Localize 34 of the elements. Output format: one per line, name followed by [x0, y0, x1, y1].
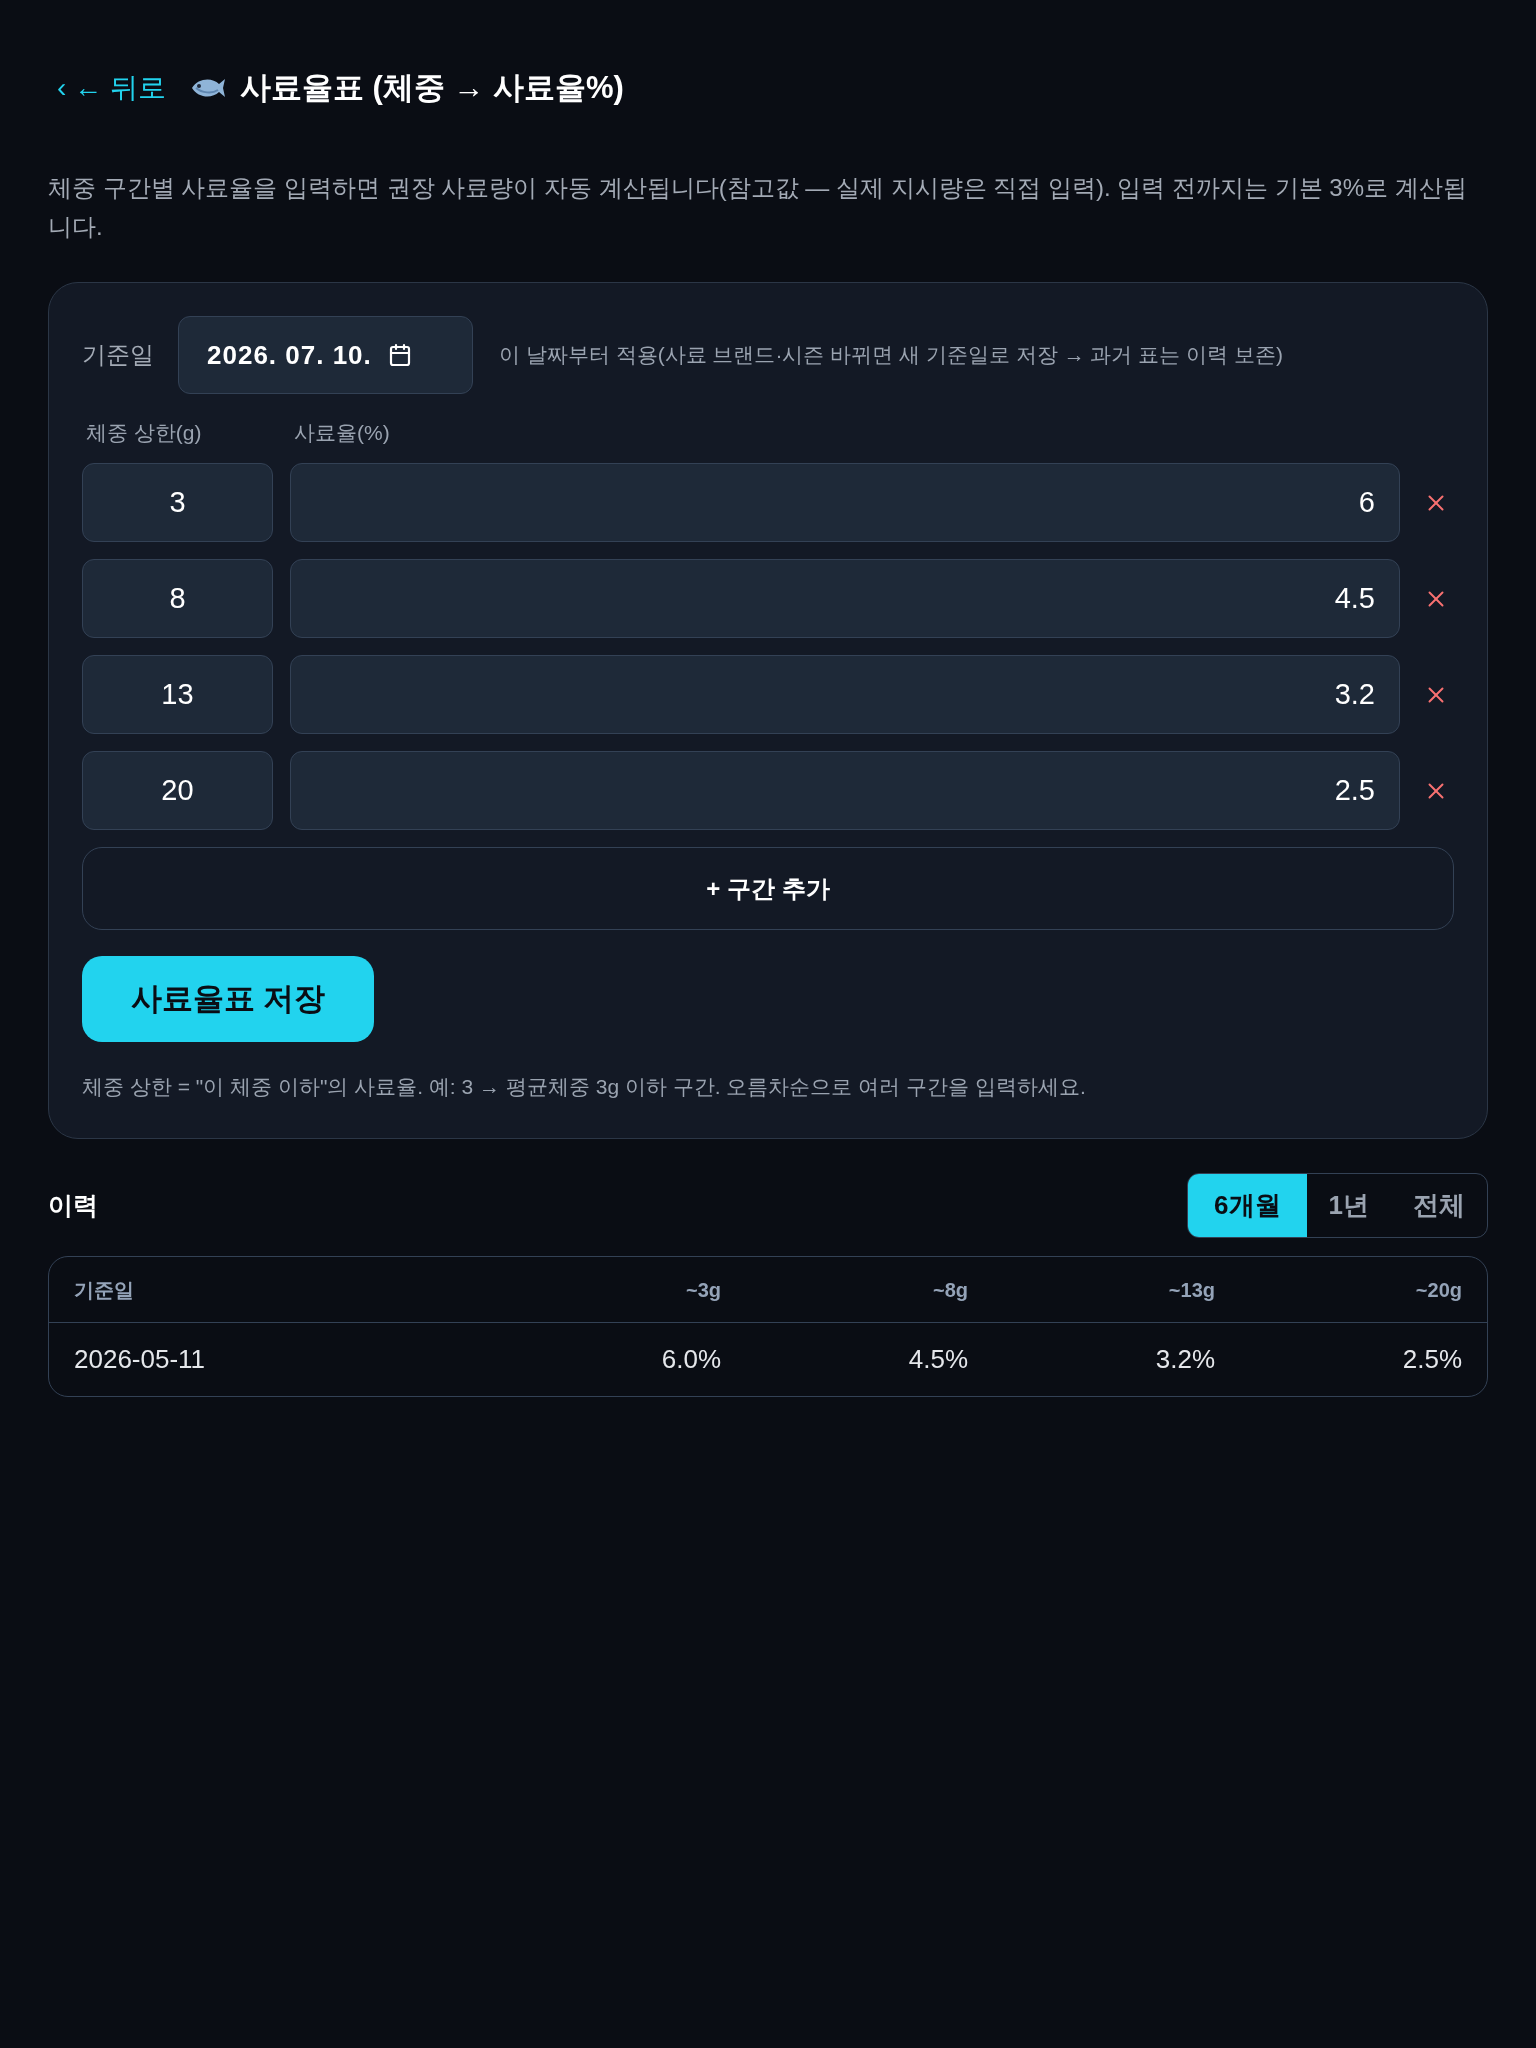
calendar-icon [387, 343, 412, 367]
table-cell-text: 3.2% [1154, 1343, 1216, 1376]
range-tab[interactable]: 6개월 [1188, 1174, 1307, 1237]
table-cell-text: 4.5% [907, 1343, 969, 1376]
date-label: 기준일 [82, 340, 154, 370]
range-tab[interactable]: 전체 [1391, 1174, 1487, 1237]
description: 체중 구간별 사료율을 입력하면 권장 사료량이 자동 계산됩니다(참고값 — 실제 지시량은 직접 입력). 입력 전까지는 기본 3%로 계산됩니다. [48, 173, 1468, 242]
note-text: 체중 상한 = "이 체중 이하"의 사료율. 예: 3 → 평균체중 3g 이하 구간. 오름차순으로 여러 구간을 입력하세요. [82, 1074, 1087, 1100]
date-field[interactable]: 2026. 07. 10. [178, 316, 473, 394]
column-header: ~8g [931, 1277, 969, 1303]
column-header: ~20g [1414, 1277, 1463, 1303]
history-title: 이력 [48, 1189, 98, 1221]
table-cell-text: 2.5% [1401, 1343, 1463, 1376]
column-header: ~3g [684, 1277, 722, 1303]
weight-limit-input[interactable]: 8 [82, 559, 273, 638]
weight-limit-input[interactable]: 20 [82, 751, 273, 830]
column-label: 사료율(%) [293, 420, 390, 447]
save-button[interactable]: 사료율표 저장 [82, 956, 374, 1042]
add-range-button[interactable]: + 구간 추가 [82, 847, 1454, 930]
back-link[interactable]: ‹ ← 뒤로 [57, 67, 166, 109]
rate-input[interactable]: 3.2 [290, 655, 1400, 734]
column-label: 체중 상한(g) [85, 420, 203, 447]
column-header: ~13g [1167, 1277, 1216, 1303]
table-cell-text: 6.0% [660, 1343, 722, 1376]
rate-input[interactable]: 6 [290, 463, 1400, 542]
column-header: 기준일 [73, 1277, 135, 1303]
range-tab[interactable]: 1년 [1306, 1174, 1391, 1237]
page-title: 사료율표 (체중 → 사료율%) [239, 68, 624, 107]
table-cell-text: 2026-05-11 [73, 1343, 207, 1376]
date-hint: 이 날짜부터 적용(사료 브랜드·시즌 바뀌면 새 기준일로 저장 → 과거 표는 이력 보존) [499, 342, 1283, 369]
weight-limit-input[interactable]: 3 [82, 463, 273, 542]
rate-input[interactable]: 4.5 [290, 559, 1400, 638]
rate-input[interactable]: 2.5 [290, 751, 1400, 830]
weight-limit-input[interactable]: 13 [82, 655, 273, 734]
